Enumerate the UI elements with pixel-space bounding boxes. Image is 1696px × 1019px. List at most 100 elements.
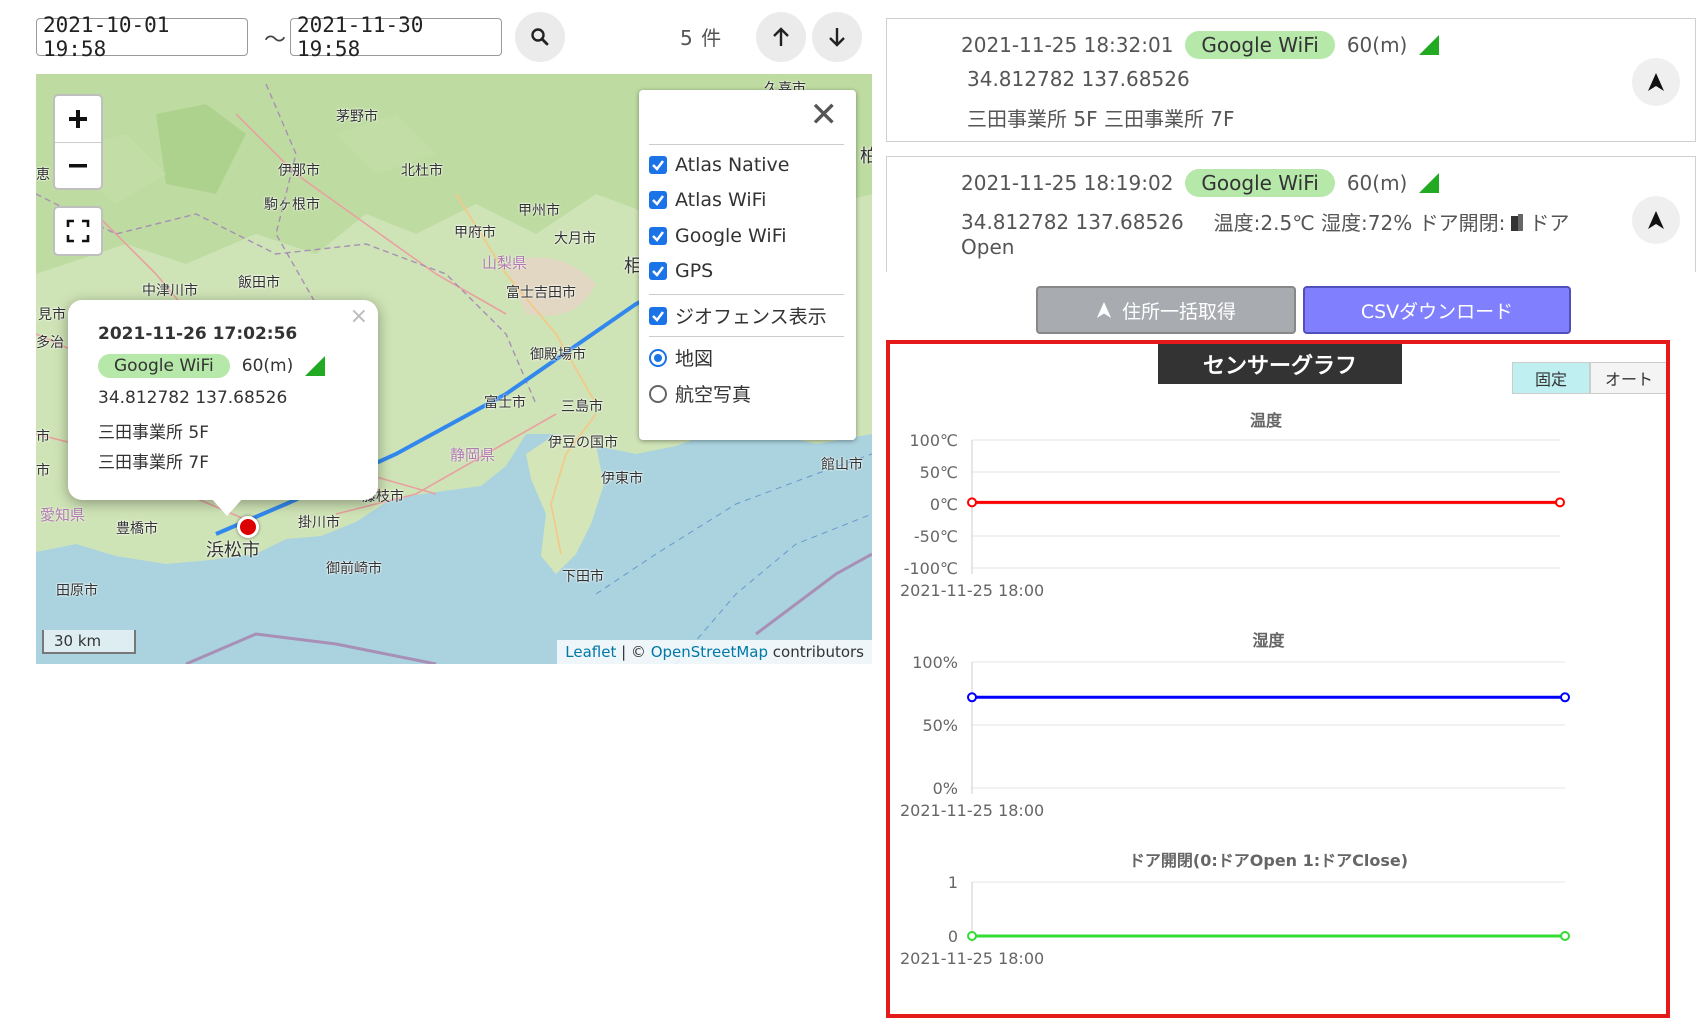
checkbox-checked-icon[interactable] (649, 306, 667, 325)
map-town-label: 市 (36, 463, 50, 479)
record-door-state: ドア (1529, 211, 1570, 235)
arrow-up-icon (773, 27, 789, 46)
address-bulk-label: 住所一括取得 (1121, 300, 1236, 323)
map-town-label: 御殿場市 (530, 347, 586, 363)
y-tick-label: 100℃ (909, 431, 958, 450)
record-card[interactable]: 2021-11-25 18:19:02 Google WiFi 60(m) 34… (886, 156, 1696, 272)
base-layer-map[interactable]: 地図 (649, 344, 713, 371)
attribution-tail: contributors (768, 643, 864, 661)
navigate-button[interactable] (1632, 58, 1680, 106)
base-layer-label: 航空写真 (675, 384, 752, 406)
sensor-charts: 温度100℃50℃0℃-50℃-100℃2021-11-25 18:00湿度10… (900, 411, 1570, 968)
popup-place-2: 三田事業所 7F (98, 453, 209, 473)
layer-panel-close-button[interactable]: ✕ (810, 98, 839, 132)
checkbox-checked-icon[interactable] (649, 227, 667, 245)
popup-coords: 34.812782 137.68526 (98, 388, 288, 408)
search-icon (531, 28, 549, 46)
record-accuracy: 60(m) (1346, 171, 1408, 195)
base-layer-label: 地図 (675, 348, 714, 370)
map-town-label: 館山市 (821, 457, 863, 473)
map-town-label: 中津川市 (142, 283, 198, 299)
x-tick-label: 2021-11-25 18:00 (900, 581, 1044, 600)
chart-title: 温度 (1249, 411, 1283, 430)
plus-icon (69, 110, 87, 128)
radio-selected-icon[interactable] (649, 348, 667, 367)
date-from-input[interactable]: 2021-10-01 19:58 (36, 13, 248, 61)
base-layer-aerial[interactable]: 航空写真 (649, 380, 751, 407)
search-button[interactable] (515, 12, 565, 62)
checkbox-checked-icon[interactable] (649, 262, 667, 280)
navigation-arrow-icon (1648, 211, 1664, 229)
zoom-out-button[interactable] (55, 142, 101, 188)
fullscreen-icon (66, 219, 90, 243)
record-sensor-info: 温度:2.5℃ 湿度:72% ドア開閉: (1213, 211, 1506, 235)
address-bulk-button[interactable]: 住所一括取得 (1036, 286, 1296, 334)
checkbox-checked-icon[interactable] (649, 191, 667, 209)
map-town-label: 田原市 (56, 583, 98, 599)
map-town-label: 飯田市 (238, 275, 280, 291)
record-coords: 34.812782 137.68526 (967, 67, 1190, 91)
x-tick-label: 2021-11-25 18:00 (900, 949, 1044, 968)
y-tick-label: 0% (933, 779, 958, 798)
popup-source-badge: Google WiFi (98, 354, 230, 378)
data-point (1555, 497, 1565, 508)
date-to-input[interactable]: 2021-11-30 19:58 (290, 13, 502, 61)
y-tick-label: -50℃ (914, 527, 958, 546)
location-popup: × 2021-11-26 17:02:56 Google WiFi 60(m) … (68, 300, 378, 516)
signal-icon (1419, 35, 1440, 55)
record-accuracy: 60(m) (1346, 33, 1408, 57)
layer-toggle-geofence[interactable]: ジオフェンス表示 (649, 302, 827, 329)
y-tick-label: 0 (948, 927, 958, 946)
fullscreen-button[interactable] (53, 206, 103, 256)
navigate-button[interactable] (1632, 196, 1680, 244)
attribution-separator: | © (616, 643, 651, 661)
result-count: 5 件 (680, 26, 723, 50)
radio-unselected-icon[interactable] (649, 384, 667, 403)
x-tick-label: 2021-11-25 18:00 (900, 801, 1044, 820)
layer-toggle-atlas-wifi[interactable]: Atlas WiFi (649, 189, 766, 211)
map-town-label: 北杜市 (401, 163, 443, 179)
map-town-label: 伊豆の国市 (548, 435, 618, 451)
map-town-label: 大月市 (554, 231, 596, 247)
chart-title: 湿度 (1251, 631, 1285, 650)
map-town-label: 御前崎市 (326, 561, 382, 577)
popup-close-button[interactable]: × (350, 304, 368, 329)
sort-down-button[interactable] (812, 12, 862, 62)
map-attribution: Leaflet | © OpenStreetMap contributors (557, 640, 872, 664)
map-town-label: 豊橋市 (116, 521, 158, 537)
popup-accuracy: 60(m) (241, 356, 294, 376)
record-info: 三田事業所 5F 三田事業所 7F (967, 107, 1235, 131)
layer-toggle-atlas-native[interactable]: Atlas Native (649, 154, 790, 176)
map-town-label: 恵 (36, 167, 50, 183)
signal-icon (305, 356, 326, 376)
layer-toggle-gps[interactable]: GPS (649, 260, 713, 282)
map-pref-label: 愛知県 (40, 506, 86, 524)
layer-label: Atlas Native (675, 154, 790, 176)
layer-toggle-google-wifi[interactable]: Google WiFi (649, 225, 787, 247)
map-town-label: 柏 (860, 146, 872, 167)
csv-download-button[interactable]: CSVダウンロード (1303, 286, 1571, 334)
divider (649, 336, 844, 337)
map-pref-label: 山梨県 (482, 254, 528, 272)
map-view[interactable]: 茅野市 伊那市 北杜市 駒ヶ根市 甲州市 甲府市 大月市 飯田市 中津川市 富士… (36, 74, 872, 664)
map-pref-label: 静岡県 (450, 446, 496, 464)
zoom-in-button[interactable] (55, 96, 101, 142)
arrow-down-icon (829, 28, 845, 47)
record-coords: 34.812782 137.68526 (961, 209, 1184, 234)
y-tick-label: 0℃ (930, 495, 958, 514)
record-card[interactable]: 2021-11-25 18:32:01 Google WiFi 60(m) 34… (886, 18, 1696, 142)
map-town-label: 甲府市 (454, 225, 496, 241)
leaflet-link[interactable]: Leaflet (565, 643, 616, 661)
openstreetmap-link[interactable]: OpenStreetMap (651, 643, 768, 661)
checkbox-checked-icon[interactable] (649, 156, 667, 174)
y-tick-label: 50% (922, 716, 958, 735)
popup-place-1: 三田事業所 5F (98, 423, 209, 443)
sort-up-button[interactable] (756, 12, 806, 62)
layer-label: Atlas WiFi (675, 189, 767, 211)
sensor-graph-panel: センサーグラフ 固定 オート 温度 100℃ 50℃ 0℃ -50℃ -100℃ 2021-… (886, 340, 1670, 1018)
record-datetime: 2021-11-25 18:19:02 (961, 171, 1174, 195)
location-marker[interactable] (237, 516, 259, 538)
divider (649, 294, 844, 295)
door-icon (1511, 213, 1524, 231)
map-town-label: 多治 (36, 335, 64, 351)
